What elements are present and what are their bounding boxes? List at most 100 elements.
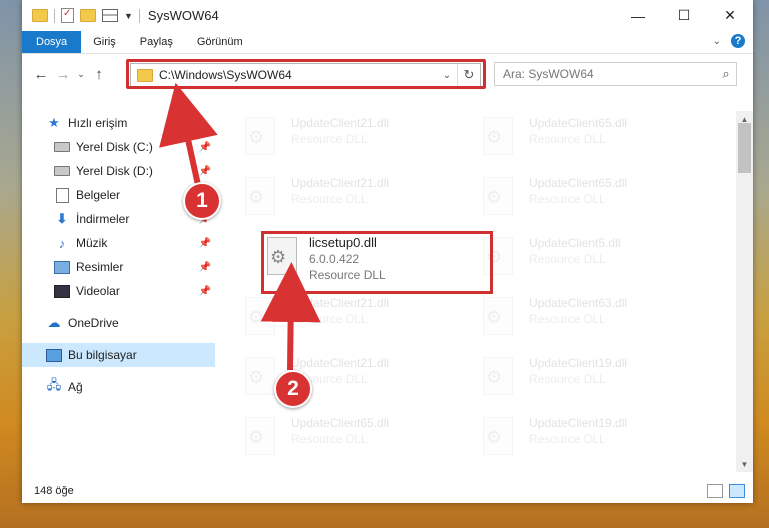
file-type: Resource DLL (291, 432, 368, 446)
tab-home[interactable]: Giriş (81, 31, 128, 53)
dll-file-icon: ⚙ (243, 177, 279, 219)
search-input[interactable]: Ara: SysWOW64 ⌕ (494, 62, 737, 86)
new-folder-icon[interactable] (80, 9, 96, 22)
file-tile[interactable]: ⚙ UpdateClient21.dll Resource DLL (243, 115, 468, 165)
disk-icon (54, 139, 70, 155)
pin-icon[interactable]: 📌 (199, 166, 211, 177)
pictures-icon (54, 259, 70, 275)
minimize-button[interactable]: — (615, 0, 661, 31)
file-tile[interactable]: ⚙ UpdateClient5.dll Resource DLL (481, 235, 706, 285)
pin-icon[interactable]: 📌 (199, 262, 211, 273)
tab-file[interactable]: Dosya (22, 31, 82, 53)
file-tile[interactable]: ⚙ UpdateClient21.dll Resource DLL (243, 175, 468, 225)
sidebar-item-label: Yerel Disk (C:) (76, 140, 153, 154)
sidebar-item-this-pc[interactable]: Bu bilgisayar (22, 343, 215, 367)
file-highlight (261, 231, 493, 294)
recent-locations-icon[interactable]: ⌄ (74, 63, 88, 85)
scroll-down-icon[interactable]: ▼ (736, 456, 753, 472)
sidebar-item-videos[interactable]: Videolar 📌 (22, 279, 215, 303)
sidebar-item-quick-access[interactable]: ★ Hızlı erişim (22, 111, 215, 135)
pin-icon[interactable]: 📌 (199, 286, 211, 297)
file-name: UpdateClient65.dll (291, 416, 390, 430)
file-tile[interactable]: ⚙ UpdateClient19.dll Resource DLL (481, 415, 706, 465)
divider (54, 8, 55, 23)
file-name: UpdateClient5.dll (529, 236, 621, 250)
file-name: UpdateClient21.dll (291, 116, 390, 130)
vertical-scrollbar[interactable]: ▲ ▼ (736, 111, 753, 472)
pin-icon[interactable]: 📌 (199, 142, 211, 153)
computer-icon (46, 347, 62, 363)
search-icon[interactable]: ⌕ (716, 66, 736, 82)
tab-share[interactable]: Paylaş (128, 31, 185, 53)
folder-icon[interactable] (32, 9, 48, 22)
ribbon-tabs: Dosya Giriş Paylaş Görünüm ⌄ ? (22, 31, 753, 54)
expand-ribbon-icon[interactable]: ⌄ (713, 36, 721, 47)
file-name: UpdateClient65.dll (529, 116, 628, 130)
details-view-icon[interactable] (707, 484, 723, 498)
dll-file-icon: ⚙ (481, 417, 517, 459)
dll-file-icon: ⚙ (481, 357, 517, 399)
pin-icon[interactable]: 📌 (199, 238, 211, 249)
file-name: UpdateClient21.dll (291, 356, 390, 370)
step-1-badge: 1 (183, 182, 221, 220)
sidebar-item-pictures[interactable]: Resimler 📌 (22, 255, 215, 279)
ribbon-controls: ⌄ ? (713, 34, 745, 48)
sidebar-item-label: Hızlı erişim (68, 116, 128, 130)
view-switcher (707, 484, 745, 498)
sidebar-item-disk-c[interactable]: Yerel Disk (C:) 📌 (22, 135, 215, 159)
sidebar-item-label: Belgeler (76, 188, 121, 202)
tab-view[interactable]: Görünüm (185, 31, 255, 53)
file-type: Resource DLL (529, 372, 606, 386)
window-controls: — ☐ ✕ (615, 0, 753, 31)
scroll-thumb[interactable] (738, 123, 751, 173)
dll-file-icon: ⚙ (481, 177, 517, 219)
step-2-badge: 2 (274, 370, 312, 408)
sidebar-item-label: Bu bilgisayar (68, 348, 137, 362)
dll-file-icon: ⚙ (243, 417, 279, 459)
file-tile[interactable]: ⚙ UpdateClient65.dll Resource DLL (243, 415, 468, 465)
up-icon[interactable]: ↑ (88, 63, 110, 85)
forward-icon[interactable]: → (52, 63, 74, 85)
network-icon: 🖧 (46, 377, 62, 392)
file-type: Resource DLL (529, 132, 606, 146)
music-icon: ♪ (58, 235, 66, 251)
sidebar-item-label: Resimler (76, 260, 124, 274)
tiles-view-icon[interactable] (729, 484, 745, 498)
file-list: ⚙ UpdateClient21.dll Resource DLL ⚙ Updat… (215, 111, 734, 472)
file-type: Resource DLL (529, 192, 606, 206)
file-name: UpdateClient63.dll (529, 296, 628, 310)
sidebar-item-label: OneDrive (68, 316, 119, 330)
sidebar-item-disk-d[interactable]: Yerel Disk (D:) 📌 (22, 159, 215, 183)
file-name: UpdateClient19.dll (529, 416, 628, 430)
file-tile[interactable]: ⚙ UpdateClient63.dll Resource DLL (481, 295, 706, 345)
disk-icon (54, 163, 70, 179)
file-tile[interactable]: ⚙ UpdateClient65.dll Resource DLL (481, 115, 706, 165)
explorer-window: ▼ SysWOW64 — ☐ ✕ Dosya Giriş Paylaş Görü… (22, 0, 753, 503)
address-highlight (126, 59, 486, 89)
sidebar-item-onedrive[interactable]: ☁ OneDrive (22, 311, 215, 335)
customize-icon[interactable] (102, 9, 118, 22)
chevron-down-icon[interactable]: ▼ (124, 11, 133, 21)
help-icon[interactable]: ? (731, 34, 745, 48)
maximize-button[interactable]: ☐ (661, 0, 707, 31)
file-name: UpdateClient21.dll (291, 296, 390, 310)
sidebar-item-music[interactable]: ♪ Müzik 📌 (22, 231, 215, 255)
status-bar: 148 öğe (22, 479, 753, 503)
item-count: 148 öğe (34, 485, 74, 497)
download-icon: ⬇ (56, 211, 68, 226)
file-type: Resource DLL (291, 192, 368, 206)
dll-file-icon: ⚙ (243, 297, 279, 339)
file-type: Resource DLL (529, 432, 606, 446)
sidebar-item-label: Yerel Disk (D:) (76, 164, 153, 178)
file-tile[interactable]: ⚙ UpdateClient21.dll Resource DLL (243, 295, 468, 345)
search-placeholder: Ara: SysWOW64 (503, 67, 594, 81)
back-icon[interactable]: ← (30, 63, 52, 85)
divider (138, 8, 140, 23)
file-tile[interactable]: ⚙ UpdateClient65.dll Resource DLL (481, 175, 706, 225)
navigation-pane: ★ Hızlı erişim Yerel Disk (C:) 📌 Yerel D… (22, 111, 215, 472)
close-button[interactable]: ✕ (707, 0, 753, 31)
file-tile[interactable]: ⚙ UpdateClient19.dll Resource DLL (481, 355, 706, 405)
sidebar-item-network[interactable]: 🖧 Ağ (22, 375, 215, 399)
file-name: UpdateClient65.dll (529, 176, 628, 190)
properties-check-icon[interactable] (61, 8, 74, 23)
